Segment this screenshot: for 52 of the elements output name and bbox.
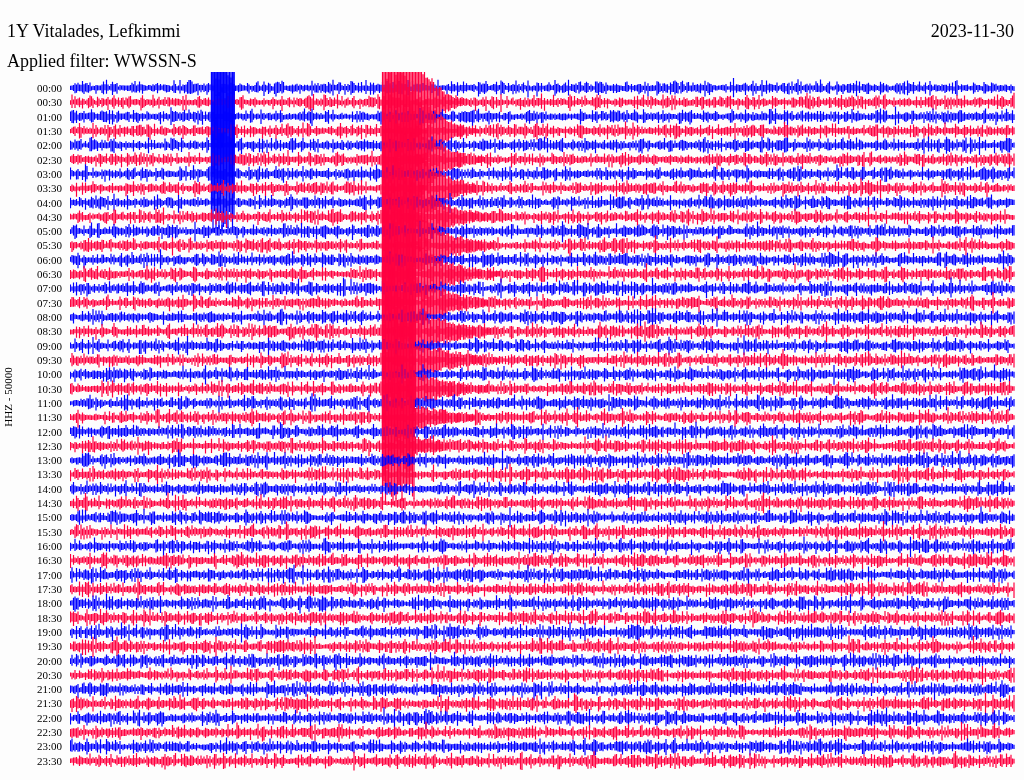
time-label: 08:30	[36, 324, 62, 339]
time-label: 04:30	[36, 209, 62, 225]
time-label: 21:30	[36, 696, 62, 711]
time-label: 16:30	[36, 553, 62, 568]
time-label: 02:30	[36, 152, 62, 167]
time-label: 06:30	[36, 267, 62, 282]
axis-label: HHZ - 50000	[2, 367, 14, 427]
time-label: 12:30	[36, 438, 62, 454]
time-label: 17:30	[36, 581, 62, 597]
time-label: 15:00	[36, 510, 62, 525]
station-title: 1Y Vitalades, Lefkimmi	[7, 20, 181, 42]
time-label: 01:30	[36, 123, 62, 139]
time-label: 23:00	[36, 739, 62, 754]
time-label: 16:00	[36, 539, 62, 554]
time-label: 10:30	[36, 381, 62, 396]
time-label: 18:00	[36, 596, 62, 611]
time-label: 23:30	[36, 753, 62, 768]
filter-label: Applied filter: WWSSN-S	[7, 51, 197, 71]
date-label: 2023-11-30	[930, 20, 1014, 42]
time-label: 22:00	[36, 710, 62, 726]
time-label: 04:00	[36, 195, 62, 210]
time-label: 13:00	[36, 453, 62, 468]
time-label: 11:00	[37, 395, 62, 411]
time-label: 11:30	[37, 410, 62, 425]
time-label: 22:30	[36, 725, 62, 740]
time-label: 10:00	[36, 367, 62, 382]
time-label: 05:30	[36, 238, 62, 253]
time-label: 06:00	[36, 252, 62, 268]
time-label: 09:30	[36, 352, 62, 368]
time-label: 01:00	[36, 109, 62, 124]
time-label: 12:00	[36, 424, 62, 439]
time-label: 19:00	[36, 624, 62, 640]
time-label: 18:30	[36, 610, 62, 625]
time-label: 07:00	[36, 281, 62, 296]
time-label: 14:30	[36, 496, 62, 511]
time-label: 14:00	[36, 481, 62, 497]
time-label: 21:00	[36, 682, 62, 697]
time-label: 08:00	[36, 310, 62, 325]
time-label: 05:00	[36, 224, 62, 239]
time-label: 03:00	[36, 166, 62, 182]
time-label: 00:30	[36, 95, 62, 110]
time-label: 09:00	[36, 338, 62, 353]
time-label: 20:30	[36, 667, 62, 683]
time-label: 03:30	[36, 181, 62, 196]
time-label: 00:00	[36, 81, 62, 96]
time-label: 15:30	[36, 524, 62, 539]
time-label: 17:00	[36, 567, 62, 582]
time-label: 13:30	[36, 467, 62, 482]
time-label: 20:00	[36, 653, 62, 668]
time-label: 02:00	[36, 138, 62, 153]
time-label: 19:30	[36, 639, 62, 654]
time-label: 07:30	[36, 295, 62, 310]
